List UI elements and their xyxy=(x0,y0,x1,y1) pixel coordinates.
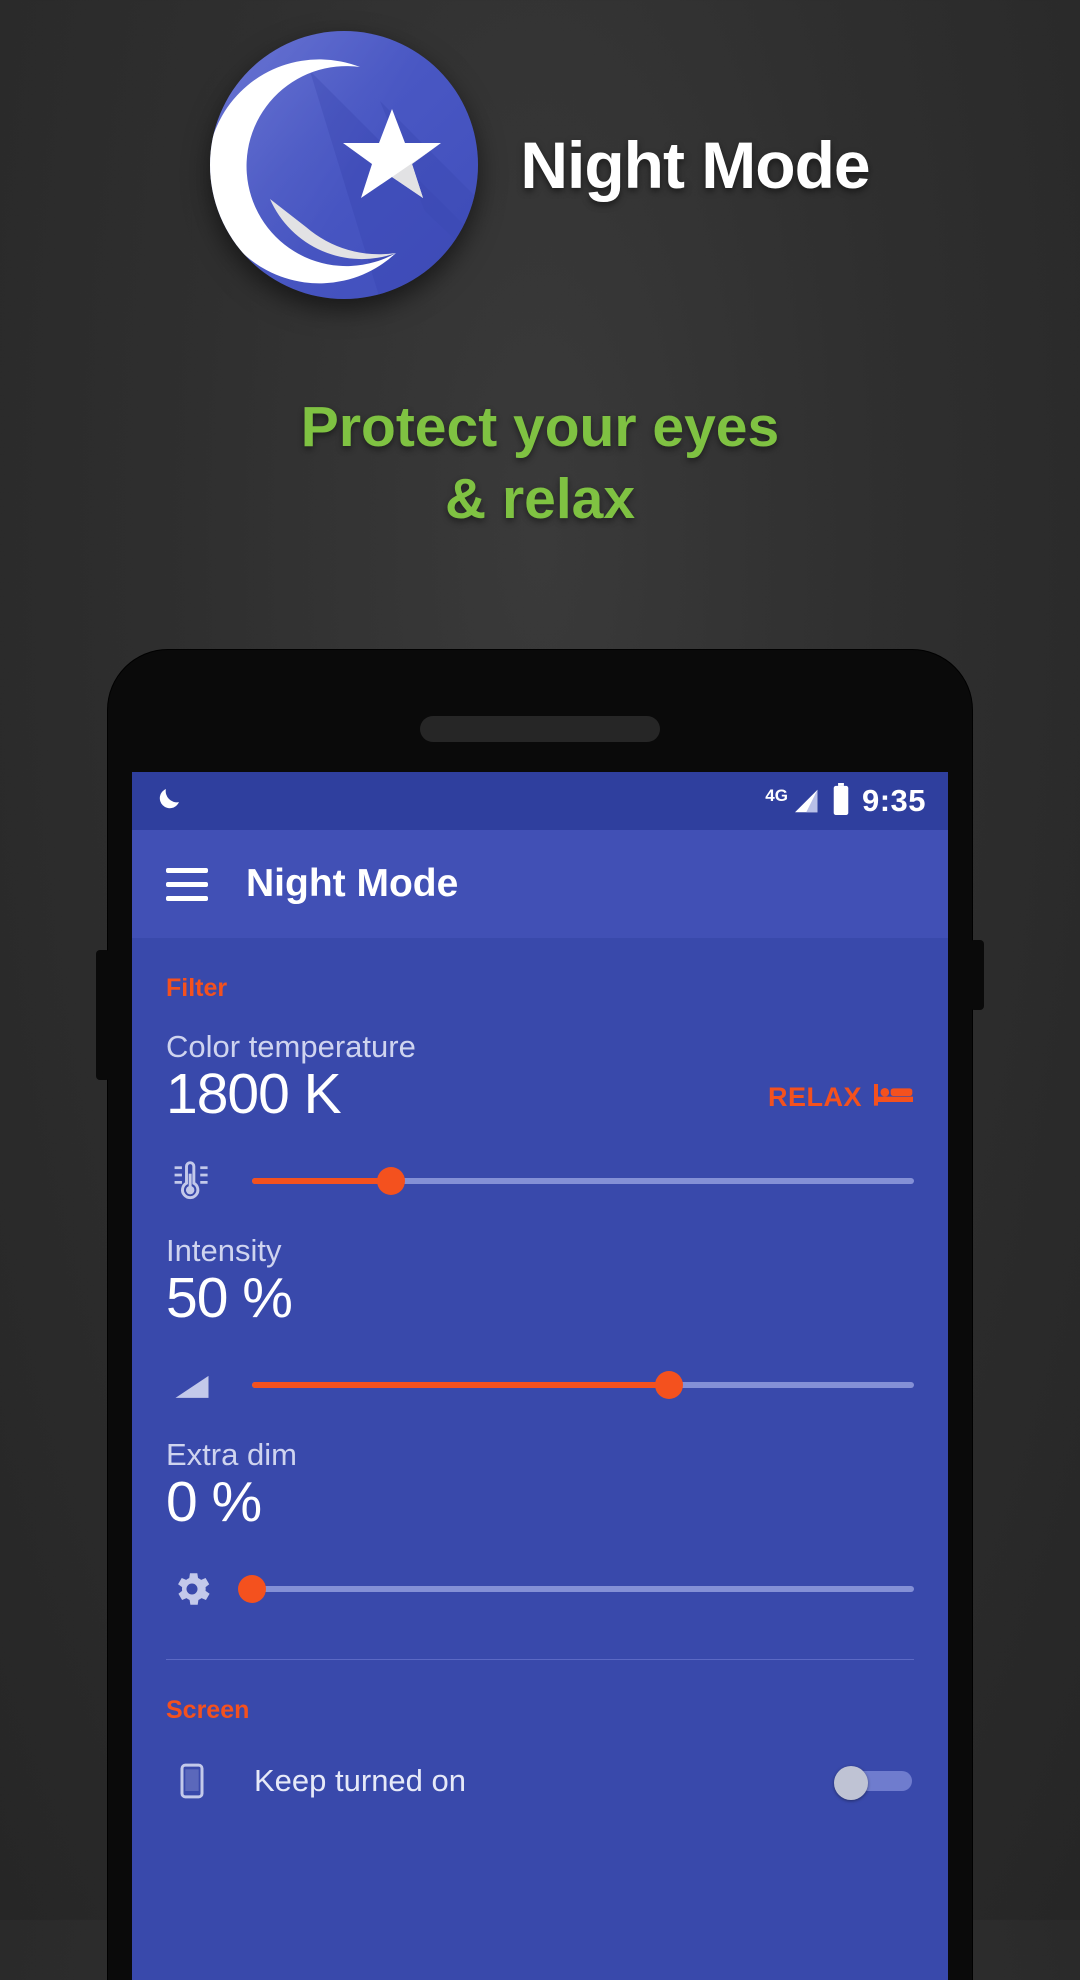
setting-value-row-color-temperature: 1800 K RELAX xyxy=(132,1062,948,1126)
slider-track-intensity[interactable] xyxy=(252,1370,914,1399)
slider-thumb-color-temperature[interactable] xyxy=(377,1166,406,1195)
slider-track-extra-dim[interactable] xyxy=(238,1574,914,1603)
battery-icon xyxy=(832,782,850,820)
status-bar-clock: 9:35 xyxy=(861,783,926,818)
page-title: Night Mode xyxy=(520,128,870,202)
hamburger-menu-icon[interactable] xyxy=(166,867,208,901)
slider-fill-color-temperature xyxy=(252,1177,392,1184)
thermometer-icon xyxy=(166,1155,218,1207)
setting-value-intensity: 50 % xyxy=(166,1265,293,1330)
setting-value-row-intensity: 50 % xyxy=(132,1265,948,1330)
settings-content: Filter Color temperature 1800 K RELAX In… xyxy=(132,938,948,1980)
slider-row-intensity xyxy=(132,1329,948,1411)
relax-preset-badge[interactable]: RELAX xyxy=(768,1080,914,1125)
phone-power-button xyxy=(970,940,984,1010)
slider-track-color-temperature[interactable] xyxy=(252,1166,914,1195)
relax-label: RELAX xyxy=(767,1081,862,1112)
setting-label-intensity: Intensity xyxy=(166,1232,282,1268)
slider-row-extra-dim xyxy=(132,1533,948,1615)
phone-volume-button xyxy=(96,950,110,1080)
section-heading-screen: Screen xyxy=(166,1695,250,1724)
tagline-line-2: & relax xyxy=(444,466,636,531)
setting-value-extra-dim: 0 % xyxy=(166,1469,262,1534)
section-heading-filter: Filter xyxy=(166,974,228,1002)
slider-row-color-temperature xyxy=(132,1125,948,1207)
setting-label-extra-dim: Extra dim xyxy=(166,1436,297,1472)
slider-thumb-intensity[interactable] xyxy=(655,1370,684,1399)
bed-icon xyxy=(874,1080,914,1115)
setting-label-keep-turned-on: Keep turned on xyxy=(254,1762,467,1798)
hero-banner: Night Mode xyxy=(0,0,1080,330)
setting-row-keep-turned-on[interactable]: Keep turned on xyxy=(132,1725,948,1807)
crescent-moon-icon xyxy=(154,784,184,819)
status-bar-left xyxy=(154,784,184,819)
status-bar-right: 4G 9:35 xyxy=(765,782,926,820)
phone-speaker-grille xyxy=(420,716,660,742)
toggle-knob xyxy=(834,1765,868,1800)
phone-mockup: 4G 9:35 Night Mode Filter Color temperat… xyxy=(96,650,984,1980)
setting-label-color-temperature: Color temperature xyxy=(166,1029,416,1064)
toggle-keep-turned-on[interactable] xyxy=(834,1765,914,1800)
slider-thumb-extra-dim[interactable] xyxy=(238,1574,266,1603)
status-bar: 4G 9:35 xyxy=(132,772,948,830)
tagline: Protect your eyes & relax xyxy=(0,392,1080,536)
setting-value-row-extra-dim: 0 % xyxy=(132,1469,948,1534)
phone-screen: 4G 9:35 Night Mode Filter Color temperat… xyxy=(132,772,948,1980)
brightness-triangle-icon xyxy=(166,1359,218,1411)
signal-4g-icon: 4G xyxy=(765,786,820,816)
moon-star-app-icon xyxy=(210,31,479,299)
tagline-line-1: Protect your eyes xyxy=(300,395,780,459)
app-bar: Night Mode xyxy=(132,830,948,938)
slider-fill-intensity xyxy=(252,1381,670,1388)
phone-screen-icon xyxy=(166,1755,218,1807)
app-bar-title: Night Mode xyxy=(246,862,459,905)
network-type-label: 4G xyxy=(765,786,788,805)
gear-icon xyxy=(166,1563,218,1615)
setting-value-color-temperature: 1800 K xyxy=(166,1062,342,1126)
